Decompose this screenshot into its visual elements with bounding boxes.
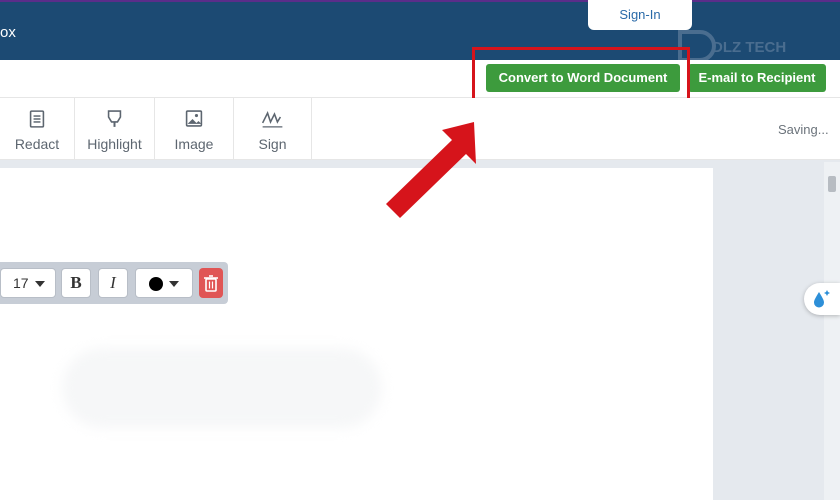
font-size-value: 17 <box>13 275 29 291</box>
assistant-float-button[interactable] <box>804 283 840 315</box>
text-color-dropdown[interactable] <box>135 268 193 298</box>
scrollbar-thumb[interactable] <box>828 176 836 192</box>
tool-image-label: Image <box>174 136 214 152</box>
watermark-text: DLZ TECH <box>712 39 786 56</box>
tool-sign-label: Sign <box>258 136 287 152</box>
bold-button[interactable]: B <box>61 268 91 298</box>
tool-highlight[interactable]: Highlight <box>75 98 155 160</box>
delete-button[interactable] <box>199 268 223 298</box>
highlight-icon <box>107 110 122 127</box>
tool-image[interactable]: Image <box>155 98 234 160</box>
tool-redact-label: Redact <box>14 136 60 152</box>
annotation-arrow <box>386 122 476 218</box>
chevron-down-icon <box>169 281 179 288</box>
italic-button[interactable]: I <box>98 268 128 298</box>
chevron-down-icon <box>34 281 45 288</box>
water-drop-icon <box>814 290 830 308</box>
tool-sign[interactable]: Sign <box>234 98 312 160</box>
vertical-scrollbar[interactable] <box>824 162 840 500</box>
trash-icon <box>204 275 218 292</box>
blurred-text-block <box>62 348 382 428</box>
image-icon <box>185 110 203 127</box>
saving-status: Saving... <box>778 122 829 137</box>
sign-icon <box>261 111 283 128</box>
redact-icon <box>29 110 45 128</box>
email-recipient-button[interactable]: E-mail to Recipient <box>688 64 826 92</box>
tool-highlight-label: Highlight <box>87 136 142 152</box>
text-color-swatch <box>149 277 163 292</box>
tool-redact[interactable]: Redact <box>0 98 75 160</box>
app-title: ox <box>0 24 16 41</box>
document-page[interactable] <box>0 168 713 500</box>
font-size-dropdown[interactable]: 17 <box>0 268 56 298</box>
